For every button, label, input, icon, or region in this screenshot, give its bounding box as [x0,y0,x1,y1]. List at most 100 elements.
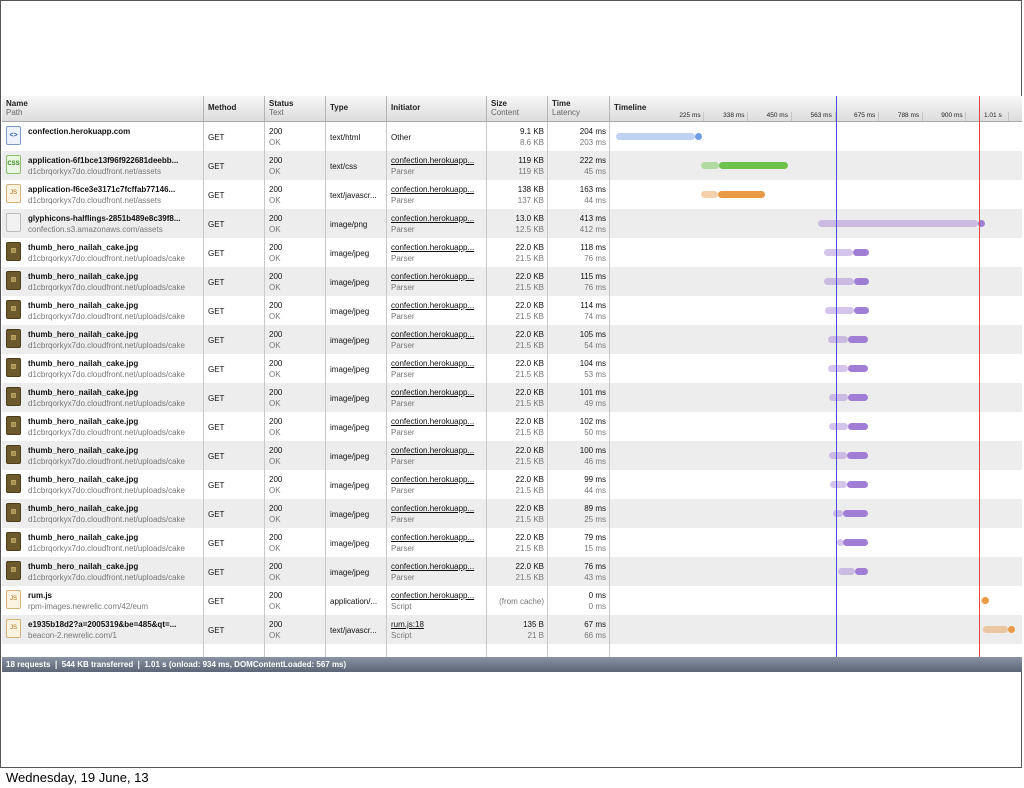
request-path: d1cbrqorkyx7do.cloudfront.net/uploads/ca… [28,254,185,263]
timeline-latency-bar[interactable] [828,423,849,430]
cell-name: ▧ thumb_hero_nailah_cake.jpg d1cbrqorkyx7d… [2,528,204,557]
initiator-value[interactable]: confection.herokuapp... [391,155,483,166]
column-size-label: Size [491,99,508,108]
type-value: image/jpeg [330,510,370,519]
timeline-latency-bar[interactable] [827,365,849,372]
status-value: 200 [269,475,283,484]
status-text-value: OK [269,196,281,205]
initiator-value[interactable]: confection.herokuapp... [391,503,483,514]
column-header-status[interactable]: Status Text [265,96,326,121]
column-header-initiator[interactable]: Initiator [387,96,487,121]
timeline-latency-bar[interactable] [827,336,849,343]
timeline-receive-bar[interactable] [846,481,869,488]
timeline-receive-bar[interactable] [843,510,868,517]
status-text-value: OK [269,399,281,408]
timeline-latency-bar[interactable] [616,133,695,140]
request-name: thumb_hero_nailah_cake.jpg [28,475,139,484]
cell-initiator: confection.herokuapp... Parser [387,412,487,441]
column-name-label: Name [6,99,28,108]
timeline-latency-bar[interactable] [824,307,854,314]
timeline-latency-bar[interactable] [829,452,848,459]
initiator-value[interactable]: confection.herokuapp... [391,590,483,601]
timeline-latency-bar[interactable] [833,510,844,517]
initiator-value[interactable]: confection.herokuapp... [391,532,483,543]
timeline-tick-label: 450 ms [766,112,788,119]
cell-method: GET [204,528,265,557]
column-header-size[interactable]: Size Content [487,96,548,121]
timeline-receive-bar[interactable] [981,597,989,604]
timeline-tick-line [921,112,923,121]
timeline-receive-bar[interactable] [718,191,765,198]
cell-status: 200 OK [265,296,326,325]
initiator-value[interactable]: confection.herokuapp... [391,445,483,456]
cell-initiator: confection.herokuapp... Parser [387,267,487,296]
timeline-latency-bar[interactable] [823,249,854,256]
cell-name: CSS application-6f1bce13f96f922681deebb..… [2,151,204,180]
size-value: 22.0 KB [515,562,544,571]
status-value: 200 [269,359,283,368]
initiator-value[interactable]: confection.herokuapp... [391,416,483,427]
latency-value: 66 ms [584,631,606,640]
cell-status: 200 OK [265,557,326,586]
type-value: text/javascr... [330,626,377,635]
timeline-receive-bar[interactable] [855,568,868,575]
column-header-name[interactable]: Name Path [2,96,204,121]
initiator-value[interactable]: confection.herokuapp... [391,184,483,195]
timeline-latency-bar[interactable] [828,394,848,401]
initiator-value[interactable]: confection.herokuapp... [391,561,483,572]
timeline-receive-bar[interactable] [847,452,869,459]
type-value: text/html [330,133,361,142]
cell-type: image/jpeg [326,354,387,383]
image-file-icon: ▧ [6,561,21,580]
timeline-latency-bar[interactable] [824,278,854,285]
timeline-latency-bar[interactable] [701,191,719,198]
timeline-latency-bar[interactable] [838,568,856,575]
initiator-kind-value: Script [391,631,412,640]
timeline-latency-bar[interactable] [829,481,847,488]
column-header-type[interactable]: Type [326,96,387,121]
initiator-value[interactable]: confection.herokuapp... [391,271,483,282]
column-status-label: Status [269,99,294,108]
initiator-value: Other [391,133,412,142]
timeline-latency-bar[interactable] [982,626,1009,633]
type-value: image/jpeg [330,278,370,287]
cell-type: image/jpeg [326,325,387,354]
domcontentloaded-marker [836,96,838,657]
timeline-receive-bar[interactable] [848,423,869,430]
initiator-value[interactable]: confection.herokuapp... [391,329,483,340]
latency-value: 54 ms [584,341,606,350]
status-value: 200 [269,504,283,513]
initiator-value[interactable]: confection.herokuapp... [391,358,483,369]
size-value: (from cache) [499,597,544,606]
timeline-receive-bar[interactable] [853,307,870,314]
request-name: thumb_hero_nailah_cake.jpg [28,504,139,513]
initiator-value[interactable]: rum.js:18 [391,619,483,630]
timeline-receive-bar[interactable] [694,133,702,140]
initiator-value[interactable]: confection.herokuapp... [391,300,483,311]
timeline-receive-bar[interactable] [843,539,868,546]
initiator-value[interactable]: confection.herokuapp... [391,387,483,398]
timeline-receive-bar[interactable] [853,278,870,285]
script-file-icon: JS [6,619,21,638]
time-value: 102 ms [579,417,606,426]
timeline-latency-bar[interactable] [701,162,719,169]
latency-value: 76 ms [584,254,606,263]
timeline-latency-bar[interactable] [817,220,978,227]
initiator-kind-value: Parser [391,370,415,379]
column-header-method[interactable]: Method [204,96,265,121]
content-size-value: 21.5 KB [515,457,544,466]
timeline-receive-bar[interactable] [848,365,869,372]
cell-initiator: confection.herokuapp... Parser [387,180,487,209]
column-header-time[interactable]: Time Latency [548,96,610,121]
status-value: 200 [269,301,283,310]
timeline-receive-bar[interactable] [1008,626,1016,633]
timeline-receive-bar[interactable] [718,162,788,169]
timeline-receive-bar[interactable] [847,394,868,401]
initiator-value[interactable]: confection.herokuapp... [391,474,483,485]
html-file-icon: <> [6,126,21,145]
initiator-value[interactable]: confection.herokuapp... [391,242,483,253]
cell-status: 200 OK [265,586,326,615]
timeline-receive-bar[interactable] [848,336,869,343]
timeline-receive-bar[interactable] [853,249,870,256]
initiator-value[interactable]: confection.herokuapp... [391,213,483,224]
